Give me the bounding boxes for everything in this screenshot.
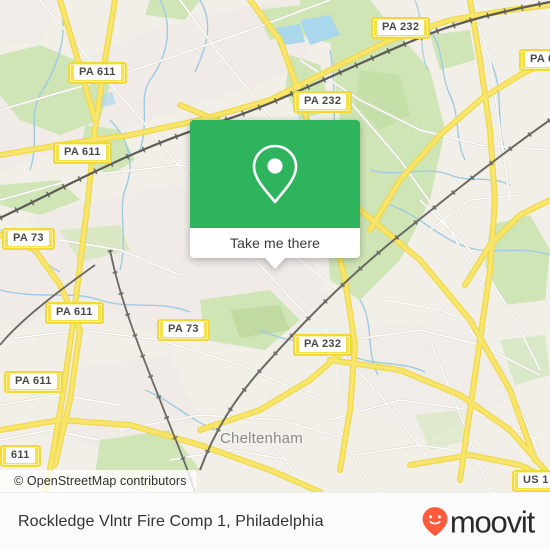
take-me-there-button[interactable]: Take me there bbox=[230, 235, 320, 251]
road-shield-label: PA 611 bbox=[51, 305, 98, 320]
moovit-smiley-pin-icon bbox=[422, 507, 448, 537]
place-label: Cheltenham bbox=[220, 430, 303, 447]
road-shield: PA 232 bbox=[293, 334, 353, 356]
osm-attribution-text: © OpenStreetMap contributors bbox=[14, 474, 187, 488]
moovit-wordmark: moovit bbox=[449, 504, 535, 539]
road-shield-label: PA 232 bbox=[299, 337, 347, 352]
popup-pointer-tail bbox=[264, 257, 286, 269]
road-shield: PA 73 bbox=[157, 319, 210, 341]
road-shield: 611 bbox=[0, 445, 41, 467]
road-shield-label: PA 73 bbox=[8, 231, 49, 246]
road-shield-label: PA 611 bbox=[74, 65, 121, 80]
page-title: Rockledge Vlntr Fire Comp 1, Philadelphi… bbox=[18, 512, 324, 530]
road-shield-label: 611 bbox=[6, 448, 35, 463]
road-shield: PA 6 bbox=[519, 49, 550, 71]
footer-bar: Rockledge Vlntr Fire Comp 1, Philadelphi… bbox=[0, 492, 550, 550]
road-shield-label: PA 73 bbox=[163, 322, 204, 337]
location-popup-card[interactable]: Take me there bbox=[190, 120, 360, 269]
road-shield-label: PA 232 bbox=[299, 94, 347, 109]
map-canvas[interactable]: PA 232 PA 6 PA 611 PA 232 PA 611 PA 73 PA 611 P… bbox=[0, 0, 550, 492]
location-pin-icon bbox=[252, 144, 298, 204]
road-shield: PA 611 bbox=[45, 302, 104, 324]
road-shield: PA 611 bbox=[68, 62, 127, 84]
popup-image-panel bbox=[190, 120, 360, 228]
road-shield: PA 232 bbox=[293, 91, 353, 113]
road-shield-label: PA 611 bbox=[59, 145, 106, 160]
road-shield-label: US 1 bbox=[518, 473, 550, 488]
road-shield-label: PA 611 bbox=[10, 374, 57, 389]
moovit-logo[interactable]: moovit bbox=[422, 504, 535, 539]
osm-attribution[interactable]: © OpenStreetMap contributors bbox=[0, 470, 196, 492]
road-shield: PA 611 bbox=[4, 371, 63, 393]
road-shield: PA 232 bbox=[371, 17, 431, 39]
road-shield-label: PA 6 bbox=[525, 52, 550, 67]
road-shield-label: PA 232 bbox=[377, 20, 425, 35]
road-shield: US 1 bbox=[512, 470, 550, 492]
road-shield: PA 73 bbox=[2, 228, 55, 250]
popup-action-panel[interactable]: Take me there bbox=[190, 228, 360, 269]
road-shield: PA 611 bbox=[53, 142, 112, 164]
map-screenshot: PA 232 PA 6 PA 611 PA 232 PA 611 PA 73 PA 611 P… bbox=[0, 0, 550, 550]
